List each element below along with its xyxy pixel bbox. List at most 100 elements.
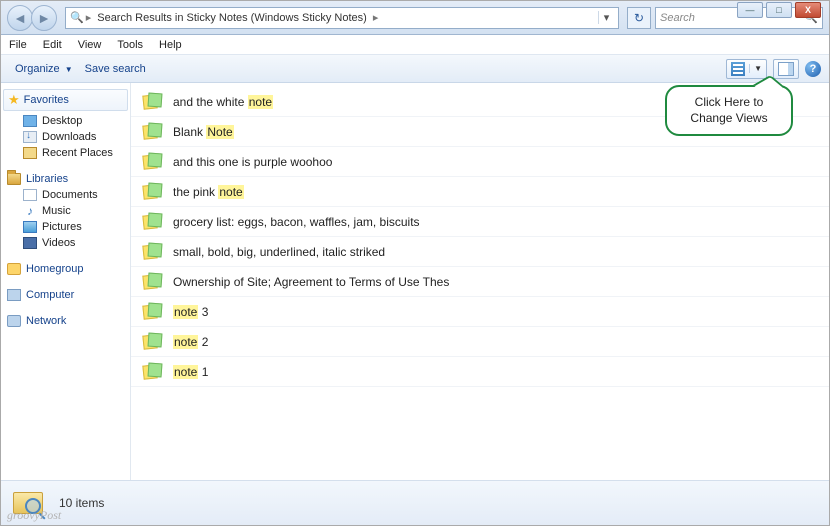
status-text: 10 items [59, 496, 104, 510]
body-area: ★ Favorites Desktop Downloads Recent Pla… [1, 83, 829, 480]
result-row[interactable]: grocery list: eggs, bacon, waffles, jam,… [131, 207, 829, 237]
chevron-down-icon: ▼ [65, 65, 73, 74]
sticky-note-icon [143, 243, 163, 261]
save-search-button[interactable]: Save search [79, 61, 152, 77]
forward-button[interactable]: ► [31, 5, 57, 31]
result-title: note 2 [173, 335, 208, 349]
sidebar-item-downloads[interactable]: Downloads [3, 129, 128, 145]
sidebar-item-documents[interactable]: Documents [3, 187, 128, 203]
videos-icon [23, 237, 37, 249]
sidebar-favorites-header[interactable]: ★ Favorites [3, 89, 128, 111]
sticky-note-icon [143, 273, 163, 291]
libraries-icon [7, 173, 21, 185]
toolbar: Organize ▼ Save search ▼ ? [1, 55, 829, 83]
sidebar-item-label: Pictures [42, 221, 82, 233]
recent-icon [23, 147, 37, 159]
music-icon: ♪ [23, 205, 37, 217]
pictures-icon [23, 221, 37, 233]
sticky-note-icon [143, 333, 163, 351]
pane-icon [778, 62, 794, 76]
minimize-button[interactable]: — [737, 2, 763, 18]
sticky-note-icon [143, 93, 163, 111]
result-row[interactable]: note 3 [131, 297, 829, 327]
sidebar-item-label: Documents [42, 189, 98, 201]
sidebar-libraries-header[interactable]: Libraries [3, 171, 128, 187]
window-controls: — □ X [737, 2, 821, 18]
sidebar-item-label: Videos [42, 237, 75, 249]
sidebar-item-pictures[interactable]: Pictures [3, 219, 128, 235]
result-title: the pink note [173, 185, 244, 199]
location-icon: 🔍 [70, 11, 84, 24]
titlebar: ◄ ► 🔍 ▸ Search Results in Sticky Notes (… [1, 1, 829, 35]
sidebar-item-label: Recent Places [42, 147, 113, 159]
result-row[interactable]: note 1 [131, 357, 829, 387]
callout-line2: Change Views [677, 111, 781, 127]
nav-buttons: ◄ ► [7, 5, 57, 31]
downloads-icon [23, 131, 37, 143]
chevron-down-icon: ▼ [749, 64, 762, 73]
search-placeholder: Search [660, 12, 695, 24]
sidebar-item-desktop[interactable]: Desktop [3, 113, 128, 129]
status-bar: 10 items [1, 480, 829, 525]
organize-button[interactable]: Organize ▼ [9, 61, 79, 77]
result-row[interactable]: the pink note [131, 177, 829, 207]
sidebar-item-label: Network [26, 315, 66, 327]
sticky-note-icon [143, 153, 163, 171]
result-title: note 3 [173, 305, 208, 319]
result-title: grocery list: eggs, bacon, waffles, jam,… [173, 215, 420, 229]
address-bar[interactable]: 🔍 ▸ Search Results in Sticky Notes (Wind… [65, 7, 619, 29]
sidebar-item-music[interactable]: ♪ Music [3, 203, 128, 219]
sidebar-item-videos[interactable]: Videos [3, 235, 128, 251]
sticky-note-icon [143, 123, 163, 141]
sticky-note-icon [143, 363, 163, 381]
change-view-button[interactable]: ▼ [726, 59, 767, 79]
sidebar-item-label: Homegroup [26, 263, 83, 275]
address-dropdown[interactable]: ▾ [598, 11, 614, 24]
sidebar-item-label: Music [42, 205, 71, 217]
preview-pane-button[interactable] [773, 59, 799, 79]
result-title: Ownership of Site; Agreement to Terms of… [173, 275, 449, 289]
sidebar-item-homegroup[interactable]: Homegroup [3, 261, 128, 277]
results-list[interactable]: and the white note Blank Note and this one… [131, 83, 829, 480]
sidebar: ★ Favorites Desktop Downloads Recent Pla… [1, 83, 131, 480]
refresh-button[interactable]: ↻ [627, 7, 651, 29]
result-title: and the white note [173, 95, 273, 109]
back-button[interactable]: ◄ [7, 5, 33, 31]
view-icon [731, 62, 745, 76]
close-button[interactable]: X [795, 2, 821, 18]
menu-tools[interactable]: Tools [115, 38, 145, 52]
network-icon [7, 315, 21, 327]
documents-icon [23, 189, 37, 201]
result-title: and this one is purple woohoo [173, 155, 332, 169]
result-row[interactable]: and this one is purple woohoo [131, 147, 829, 177]
result-row[interactable]: note 2 [131, 327, 829, 357]
callout-line1: Click Here to [677, 95, 781, 111]
sidebar-item-label: Computer [26, 289, 74, 301]
sidebar-item-computer[interactable]: Computer [3, 287, 128, 303]
libraries-label: Libraries [26, 173, 68, 185]
result-title: Blank Note [173, 125, 234, 139]
sticky-note-icon [143, 213, 163, 231]
maximize-button[interactable]: □ [766, 2, 792, 18]
desktop-icon [23, 115, 37, 127]
result-title: note 1 [173, 365, 208, 379]
chevron-right-icon: ▸ [371, 11, 381, 24]
sticky-note-icon [143, 303, 163, 321]
sidebar-item-recent[interactable]: Recent Places [3, 145, 128, 161]
star-icon: ★ [8, 92, 20, 108]
menu-edit[interactable]: Edit [41, 38, 64, 52]
sticky-note-icon [143, 183, 163, 201]
menu-file[interactable]: File [7, 38, 29, 52]
result-row[interactable]: Ownership of Site; Agreement to Terms of… [131, 267, 829, 297]
watermark: groovyPost [7, 508, 61, 523]
organize-label: Organize [15, 63, 60, 75]
menu-view[interactable]: View [76, 38, 104, 52]
breadcrumb[interactable]: Search Results in Sticky Notes (Windows … [93, 12, 371, 24]
result-row[interactable]: small, bold, big, underlined, italic str… [131, 237, 829, 267]
help-button[interactable]: ? [805, 61, 821, 77]
sidebar-item-network[interactable]: Network [3, 313, 128, 329]
homegroup-icon [7, 263, 21, 275]
callout-annotation: Click Here to Change Views [665, 85, 793, 136]
menu-help[interactable]: Help [157, 38, 184, 52]
menu-bar: File Edit View Tools Help [1, 35, 829, 55]
